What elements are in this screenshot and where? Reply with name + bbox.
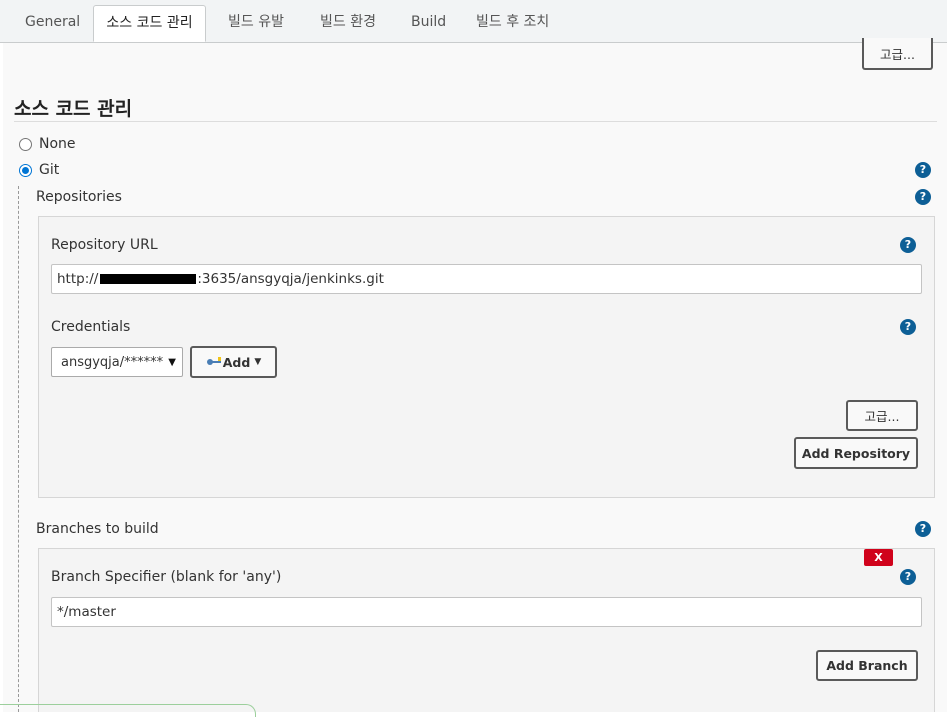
tab-build-environment[interactable]: 빌드 환경 [320, 10, 376, 34]
chevron-down-icon: ▼ [168, 357, 176, 368]
tab-post-build-actions[interactable]: 빌드 후 조치 [476, 10, 549, 34]
tab-build[interactable]: Build [411, 10, 446, 34]
help-icon[interactable]: ? [915, 189, 931, 205]
section-divider [14, 121, 937, 122]
repository-url-suffix: :3635/ansgyqja/jenkinks.git [197, 271, 384, 287]
help-icon[interactable]: ? [915, 162, 931, 178]
repositories-label: Repositories [36, 189, 122, 205]
help-icon[interactable]: ? [900, 319, 916, 335]
add-credentials-button[interactable]: Add ▼ [190, 346, 277, 378]
add-credentials-label: Add [222, 354, 251, 370]
key-icon [206, 357, 221, 365]
tab-source-code-management[interactable]: 소스 코드 관리 [93, 5, 206, 42]
add-branch-button[interactable]: Add Branch [816, 650, 918, 681]
tab-general[interactable]: General [25, 10, 80, 34]
credentials-label: Credentials [51, 319, 131, 335]
credentials-select[interactable]: ansgyqja/****** ▼ [51, 347, 183, 377]
repository-url-label: Repository URL [51, 237, 158, 253]
scm-none-label: None [39, 136, 76, 152]
branch-specifier-label: Branch Specifier (blank for 'any') [51, 569, 282, 585]
repository-url-input[interactable]: http:// :3635/ansgyqja/jenkinks.git [51, 264, 922, 294]
branches-to-build-label: Branches to build [36, 521, 159, 537]
section-title: 소스 코드 관리 [14, 98, 133, 120]
repository-advanced-button[interactable]: 고급... [846, 400, 918, 431]
caret-down-icon: ▼ [254, 357, 262, 367]
advanced-button-top[interactable]: 고급... [862, 38, 933, 70]
help-icon[interactable]: ? [900, 237, 916, 253]
redaction-bar [100, 274, 196, 284]
help-icon[interactable]: ? [900, 569, 916, 585]
scm-none-radio[interactable] [19, 138, 32, 151]
repository-url-prefix: http:// [57, 271, 99, 287]
credentials-selected-value: ansgyqja/****** [61, 355, 164, 370]
delete-branch-button[interactable]: X [864, 549, 893, 566]
git-indent-line [18, 186, 19, 712]
scm-git-label: Git [39, 162, 60, 178]
add-repository-button[interactable]: Add Repository [794, 437, 918, 469]
scm-git-radio[interactable] [19, 164, 32, 177]
tab-build-triggers[interactable]: 빌드 유발 [228, 10, 284, 34]
help-icon[interactable]: ? [915, 521, 931, 537]
bottom-bar-edge [0, 704, 256, 717]
branch-specifier-input[interactable]: */master [51, 597, 922, 627]
